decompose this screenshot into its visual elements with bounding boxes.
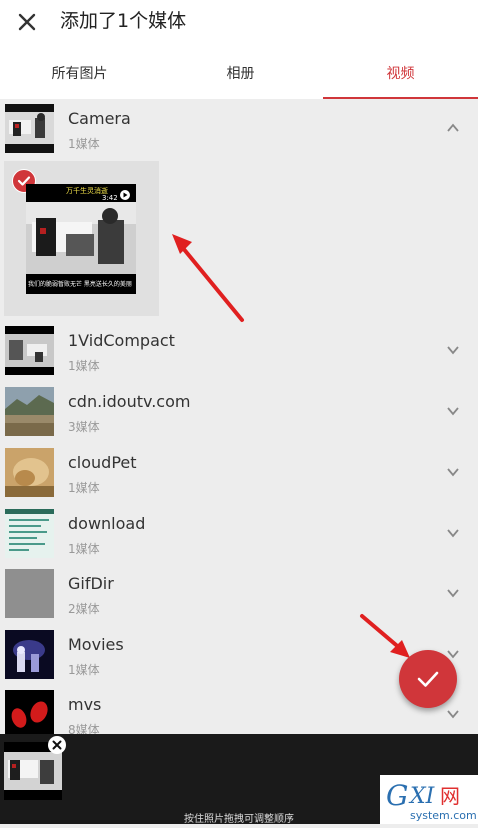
watermark-logo: G XI 网 system.com [386,779,477,822]
annotation-arrow-icon [172,234,244,322]
album-thumbnail [5,690,54,739]
site-watermark: G XI 网 system.com [380,775,478,824]
album-count: 1媒体 [68,137,100,151]
video-frame [26,184,136,294]
chevron-down-icon[interactable] [446,404,460,418]
album-count: 1媒体 [68,542,100,556]
chevron-down-icon[interactable] [446,343,460,357]
chevron-down-icon[interactable] [446,707,460,721]
chevron-down-icon[interactable] [446,526,460,540]
album-name: cdn.idoutv.com [68,392,191,411]
top-bar: 添加了1个媒体 [0,0,478,43]
svg-text:XI: XI [408,784,436,809]
video-caption-bottom: 我们的脆弱暂败无芒 黑亮送长久的美丽 [28,281,132,288]
album-count: 2媒体 [68,602,100,616]
tab-bar: 所有图片 相册 视频 [0,43,478,99]
svg-text:网: 网 [440,784,460,808]
album-thumbnail [5,104,54,153]
album-thumbnail [5,509,54,558]
album-row-download[interactable]: download 1媒体 [0,504,478,564]
album-name: Movies [68,635,124,654]
album-row-cdn-idoutv[interactable]: cdn.idoutv.com 3媒体 [0,382,478,442]
confirm-button[interactable] [399,650,457,708]
album-row-camera[interactable]: Camera 1媒体 [0,99,478,159]
tab-albums[interactable]: 相册 [161,43,320,99]
album-thumbnail [5,630,54,679]
close-icon [52,740,62,750]
album-count: 1媒体 [68,481,100,495]
album-name: mvs [68,695,102,714]
remove-media-button[interactable] [48,736,66,754]
album-name: 1VidCompact [68,331,175,350]
album-row-gifdir[interactable]: GifDir 2媒体 [0,564,478,624]
tab-videos[interactable]: 视频 [323,43,478,99]
album-thumbnail [5,569,54,618]
album-thumbnail [5,448,54,497]
album-count: 1媒体 [68,663,100,677]
tab-all-photos[interactable]: 所有图片 [0,43,159,99]
video-tile[interactable]: 万千生灵消逝 3:42 我们的脆弱暂败无芒 黑亮送长久的美丽 [4,161,159,316]
page-title: 添加了1个媒体 [60,10,187,32]
album-name: download [68,514,146,533]
close-button[interactable] [14,9,40,35]
svg-text:system.com: system.com [410,809,477,822]
chevron-down-icon[interactable] [446,465,460,479]
svg-text:G: G [386,779,408,812]
album-row-cloudpet[interactable]: cloudPet 1媒体 [0,443,478,503]
album-thumbnail [5,326,54,375]
album-count: 3媒体 [68,420,100,434]
video-duration: 3:42 [102,194,118,202]
chevron-down-icon[interactable] [446,586,460,600]
album-name: GifDir [68,574,114,593]
album-count: 1媒体 [68,359,100,373]
album-name: cloudPet [68,453,137,472]
close-icon [18,13,36,31]
chevron-up-icon[interactable] [446,121,460,135]
album-thumbnail [5,387,54,436]
album-name: Camera [68,109,131,128]
album-row-1vidcompact[interactable]: 1VidCompact 1媒体 [0,321,478,381]
check-icon [417,671,439,687]
